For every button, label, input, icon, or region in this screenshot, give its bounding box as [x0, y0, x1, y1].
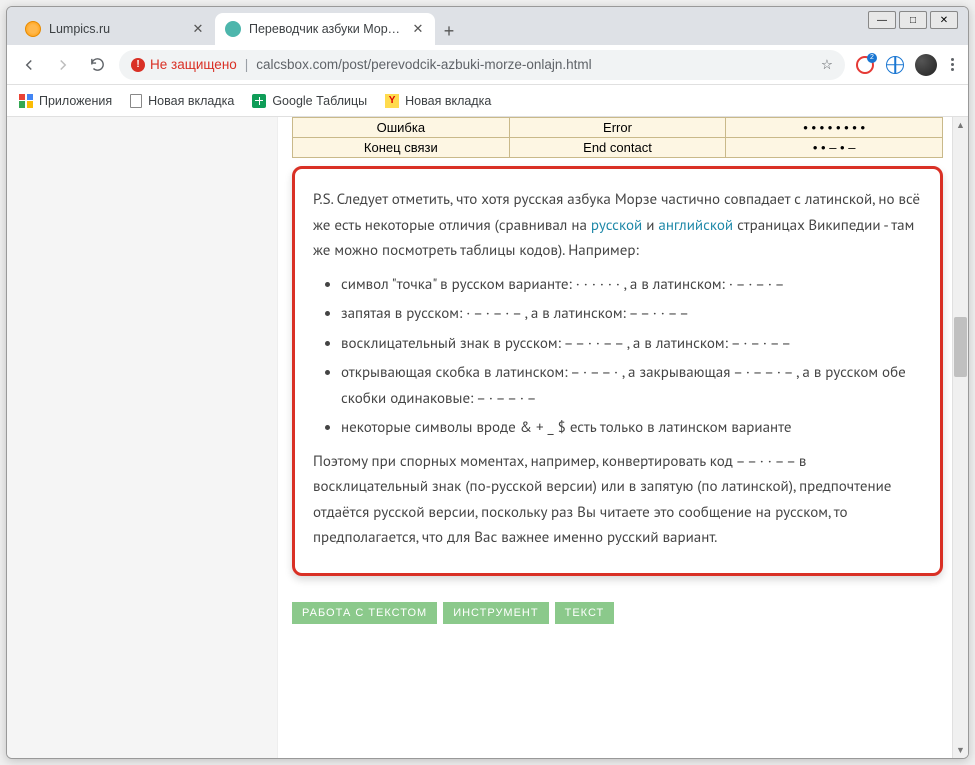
page-viewport: Ошибка Error • • • • • • • • Конец связи… — [7, 117, 968, 758]
reload-button[interactable] — [85, 53, 109, 77]
scroll-thumb[interactable] — [954, 317, 967, 377]
tab-title: Переводчик азбуки Морзе онл — [249, 22, 403, 36]
highlighted-note: P.S. Следует отметить, что хотя русская … — [292, 166, 943, 576]
page-content: Ошибка Error • • • • • • • • Конец связи… — [277, 117, 958, 758]
window-maximize-button[interactable]: □ — [899, 11, 927, 29]
address-bar[interactable]: ! Не защищено | calcsbox.com/post/perevo… — [119, 50, 845, 80]
bookmark-item[interactable]: Google Таблицы — [252, 94, 367, 108]
tag[interactable]: Текст — [555, 602, 615, 624]
table-row: Ошибка Error • • • • • • • • — [293, 118, 943, 138]
translate-extension-icon[interactable] — [885, 55, 905, 75]
article-tags: Работа с текстом Инструмент Текст — [292, 602, 943, 624]
sheets-icon — [252, 94, 266, 108]
paragraph: P.S. Следует отметить, что хотя русская … — [313, 187, 922, 264]
favicon-icon — [225, 21, 241, 37]
bookmark-star-icon[interactable]: ☆ — [821, 57, 833, 73]
table-row: Конец связи End contact • • – • – — [293, 138, 943, 158]
tag[interactable]: Инструмент — [443, 602, 548, 624]
bookmark-label: Новая вкладка — [148, 94, 234, 108]
bookmarks-bar: Приложения Новая вкладка Google Таблицы … — [7, 85, 968, 117]
list-item: некоторые символы вроде & + _ $ есть тол… — [341, 415, 922, 441]
opera-extension-icon[interactable]: 2 — [855, 55, 875, 75]
table-cell: Ошибка — [293, 118, 510, 138]
differences-list: символ "точка" в русском варианте: · · ·… — [341, 272, 922, 441]
tab-close-icon[interactable]: ✕ — [411, 22, 425, 36]
page-icon — [130, 94, 142, 108]
back-button[interactable] — [17, 53, 41, 77]
tab-calcsbox[interactable]: Переводчик азбуки Морзе онл ✕ — [215, 13, 435, 45]
link-english[interactable]: английской — [658, 216, 733, 235]
table-cell: Error — [509, 118, 726, 138]
separator: | — [245, 57, 249, 72]
browser-toolbar: ! Не защищено | calcsbox.com/post/perevo… — [7, 45, 968, 85]
favicon-icon — [25, 21, 41, 37]
morse-table: Ошибка Error • • • • • • • • Конец связи… — [292, 117, 943, 158]
bookmark-label: Новая вкладка — [405, 94, 491, 108]
table-cell: • • • • • • • • — [726, 118, 943, 138]
security-label: Не защищено — [150, 57, 237, 72]
bookmark-label: Google Таблицы — [272, 94, 367, 108]
apps-bookmark[interactable]: Приложения — [19, 94, 112, 108]
tab-strip: Lumpics.ru ✕ Переводчик азбуки Морзе онл… — [7, 7, 968, 45]
tab-lumpics[interactable]: Lumpics.ru ✕ — [15, 13, 215, 45]
browser-menu-button[interactable] — [947, 54, 958, 75]
apps-icon — [19, 94, 33, 108]
scroll-down-icon[interactable]: ▼ — [953, 742, 968, 758]
tab-title: Lumpics.ru — [49, 22, 183, 36]
list-item: символ "точка" в русском варианте: · · ·… — [341, 272, 922, 298]
url-text: calcsbox.com/post/perevodcik-azbuki-morz… — [256, 57, 591, 72]
tag[interactable]: Работа с текстом — [292, 602, 437, 624]
new-tab-button[interactable]: + — [435, 17, 463, 45]
list-item: запятая в русском: · – · – · – , а в лат… — [341, 301, 922, 327]
scroll-up-icon[interactable]: ▲ — [953, 117, 968, 133]
paragraph: Поэтому при спорных моментах, например, … — [313, 449, 922, 551]
window-close-button[interactable]: ✕ — [930, 11, 958, 29]
bookmark-item[interactable]: Новая вкладка — [385, 94, 491, 108]
bookmark-item[interactable]: Новая вкладка — [130, 94, 234, 108]
security-warning: ! Не защищено — [131, 57, 237, 72]
table-cell: End contact — [509, 138, 726, 158]
profile-avatar[interactable] — [915, 54, 937, 76]
yandex-icon — [385, 94, 399, 108]
scrollbar[interactable]: ▲ ▼ — [952, 117, 968, 758]
bookmark-label: Приложения — [39, 94, 112, 108]
list-item: восклицательный знак в русском: – – · · … — [341, 331, 922, 357]
table-cell: • • – • – — [726, 138, 943, 158]
link-russian[interactable]: русской — [591, 216, 642, 235]
window-minimize-button[interactable]: — — [868, 11, 896, 29]
table-cell: Конец связи — [293, 138, 510, 158]
tab-close-icon[interactable]: ✕ — [191, 22, 205, 36]
warning-icon: ! — [131, 58, 145, 72]
list-item: открывающая скобка в латинском: – · – – … — [341, 360, 922, 411]
forward-button[interactable] — [51, 53, 75, 77]
